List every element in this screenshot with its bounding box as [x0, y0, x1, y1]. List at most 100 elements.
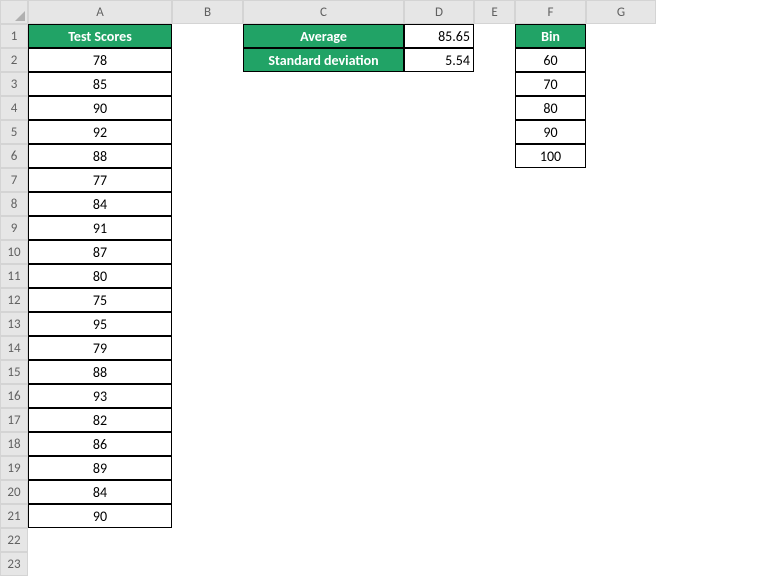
- cell-E22[interactable]: [474, 528, 515, 552]
- cell-C18[interactable]: [243, 432, 404, 456]
- row-header-17[interactable]: 17: [0, 408, 28, 432]
- cell-E13[interactable]: [474, 312, 515, 336]
- cell-A13[interactable]: 95: [28, 312, 172, 336]
- cell-C10[interactable]: [243, 240, 404, 264]
- cell-C4[interactable]: [243, 96, 404, 120]
- cell-A9[interactable]: 91: [28, 216, 172, 240]
- row-header-15[interactable]: 15: [0, 360, 28, 384]
- row-header-22[interactable]: 22: [0, 528, 28, 552]
- cell-A12[interactable]: 75: [28, 288, 172, 312]
- cell-C23[interactable]: [243, 552, 404, 576]
- row-header-1[interactable]: 1: [0, 24, 28, 48]
- cell-C7[interactable]: [243, 168, 404, 192]
- row-header-2[interactable]: 2: [0, 48, 28, 72]
- cell-B13[interactable]: [172, 312, 243, 336]
- cell-C19[interactable]: [243, 456, 404, 480]
- cell-D13[interactable]: [404, 312, 474, 336]
- cell-G2[interactable]: [586, 48, 656, 72]
- cell-F16[interactable]: [515, 384, 586, 408]
- cell-C2[interactable]: Standard deviation: [243, 48, 404, 72]
- cell-G16[interactable]: [586, 384, 656, 408]
- cell-F7[interactable]: [515, 168, 586, 192]
- cell-A1[interactable]: Test Scores: [28, 24, 172, 48]
- cell-E8[interactable]: [474, 192, 515, 216]
- cell-C14[interactable]: [243, 336, 404, 360]
- cell-B19[interactable]: [172, 456, 243, 480]
- cell-D12[interactable]: [404, 288, 474, 312]
- row-header-18[interactable]: 18: [0, 432, 28, 456]
- cell-A14[interactable]: 79: [28, 336, 172, 360]
- cell-B11[interactable]: [172, 264, 243, 288]
- row-header-19[interactable]: 19: [0, 456, 28, 480]
- cell-B22[interactable]: [172, 528, 243, 552]
- cell-G21[interactable]: [586, 504, 656, 528]
- cell-G11[interactable]: [586, 264, 656, 288]
- cell-E2[interactable]: [474, 48, 515, 72]
- cell-E23[interactable]: [474, 552, 515, 576]
- cell-G13[interactable]: [586, 312, 656, 336]
- cell-C11[interactable]: [243, 264, 404, 288]
- select-all-corner[interactable]: [0, 0, 28, 24]
- cell-C15[interactable]: [243, 360, 404, 384]
- row-header-11[interactable]: 11: [0, 264, 28, 288]
- cell-G10[interactable]: [586, 240, 656, 264]
- cell-G8[interactable]: [586, 192, 656, 216]
- cell-B6[interactable]: [172, 144, 243, 168]
- cell-A18[interactable]: 86: [28, 432, 172, 456]
- col-header-C[interactable]: C: [243, 0, 404, 24]
- cell-A21[interactable]: 90: [28, 504, 172, 528]
- cell-D21[interactable]: [404, 504, 474, 528]
- cell-F17[interactable]: [515, 408, 586, 432]
- cell-F14[interactable]: [515, 336, 586, 360]
- cell-F20[interactable]: [515, 480, 586, 504]
- row-header-16[interactable]: 16: [0, 384, 28, 408]
- cell-C3[interactable]: [243, 72, 404, 96]
- cell-G12[interactable]: [586, 288, 656, 312]
- cell-B14[interactable]: [172, 336, 243, 360]
- cell-C6[interactable]: [243, 144, 404, 168]
- cell-B10[interactable]: [172, 240, 243, 264]
- cell-D20[interactable]: [404, 480, 474, 504]
- cell-C22[interactable]: [243, 528, 404, 552]
- cell-B7[interactable]: [172, 168, 243, 192]
- cell-F1[interactable]: Bin: [515, 24, 586, 48]
- cell-B16[interactable]: [172, 384, 243, 408]
- cell-A16[interactable]: 93: [28, 384, 172, 408]
- cell-F13[interactable]: [515, 312, 586, 336]
- row-header-9[interactable]: 9: [0, 216, 28, 240]
- cell-D17[interactable]: [404, 408, 474, 432]
- cell-C20[interactable]: [243, 480, 404, 504]
- cell-B23[interactable]: [172, 552, 243, 576]
- cell-E7[interactable]: [474, 168, 515, 192]
- cell-A22[interactable]: [28, 528, 172, 552]
- cell-G15[interactable]: [586, 360, 656, 384]
- cell-C5[interactable]: [243, 120, 404, 144]
- cell-F9[interactable]: [515, 216, 586, 240]
- cell-F11[interactable]: [515, 264, 586, 288]
- cell-E18[interactable]: [474, 432, 515, 456]
- cell-C9[interactable]: [243, 216, 404, 240]
- cell-B2[interactable]: [172, 48, 243, 72]
- cell-B15[interactable]: [172, 360, 243, 384]
- cell-B12[interactable]: [172, 288, 243, 312]
- cell-F23[interactable]: [515, 552, 586, 576]
- cell-D6[interactable]: [404, 144, 474, 168]
- cell-A5[interactable]: 92: [28, 120, 172, 144]
- cell-A23[interactable]: [28, 552, 172, 576]
- cell-G23[interactable]: [586, 552, 656, 576]
- cell-B8[interactable]: [172, 192, 243, 216]
- cell-B4[interactable]: [172, 96, 243, 120]
- cell-D15[interactable]: [404, 360, 474, 384]
- cell-G22[interactable]: [586, 528, 656, 552]
- cell-F2[interactable]: 60: [515, 48, 586, 72]
- cell-C13[interactable]: [243, 312, 404, 336]
- cell-F10[interactable]: [515, 240, 586, 264]
- cell-A4[interactable]: 90: [28, 96, 172, 120]
- row-header-12[interactable]: 12: [0, 288, 28, 312]
- row-header-14[interactable]: 14: [0, 336, 28, 360]
- cell-A8[interactable]: 84: [28, 192, 172, 216]
- col-header-E[interactable]: E: [474, 0, 515, 24]
- cell-B20[interactable]: [172, 480, 243, 504]
- cell-A19[interactable]: 89: [28, 456, 172, 480]
- cell-C17[interactable]: [243, 408, 404, 432]
